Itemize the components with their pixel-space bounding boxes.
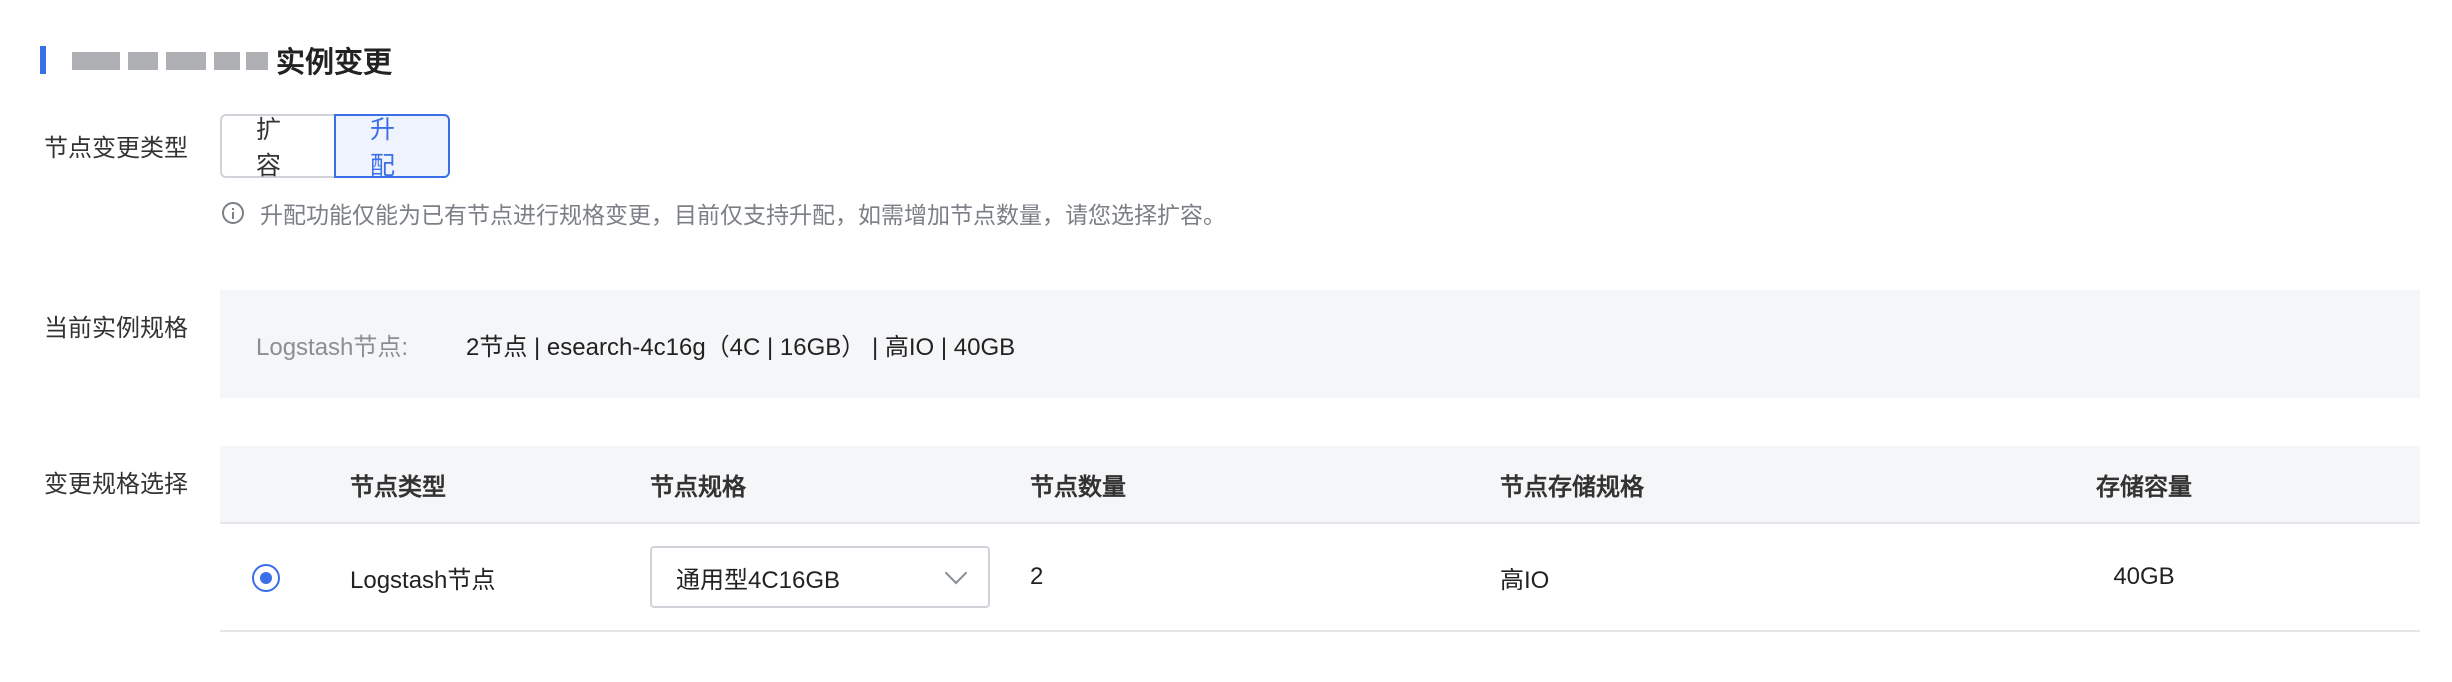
section-accent-bar	[40, 46, 46, 74]
column-header-capacity: 存储容量	[2096, 473, 2192, 501]
redacted-instance-name	[72, 46, 272, 74]
column-header-storage-type: 节点存储规格	[1500, 473, 1644, 501]
current-spec-key: Logstash节点:	[256, 333, 409, 361]
column-header-node-count: 节点数量	[1030, 473, 1126, 501]
expand-option-button[interactable]: 扩容	[220, 114, 336, 180]
column-header-node-type: 节点类型	[350, 473, 446, 501]
node-spec-selected-value: 通用型4C16GB	[676, 566, 841, 594]
node-spec-select[interactable]: 通用型4C16GB	[650, 546, 990, 608]
row-radio-button[interactable]	[252, 564, 280, 592]
title-wrap: 实例变更	[72, 39, 392, 81]
section-header: 实例变更	[40, 39, 392, 81]
upgrade-option-button[interactable]: 升配	[334, 114, 450, 180]
change-spec-label: 变更规格选择	[44, 471, 188, 498]
storage-type-cell: 高IO	[1500, 566, 1550, 594]
node-spec-cell: 通用型4C16GB	[650, 524, 990, 630]
current-spec-panel: Logstash节点: 2节点 | esearch-4c16g（4C | 16G…	[220, 290, 2420, 398]
info-icon	[222, 202, 244, 224]
change-type-segmented-control: 扩容 升配	[220, 114, 450, 180]
current-spec-label: 当前实例规格	[44, 315, 188, 342]
node-type-cell: Logstash节点	[350, 566, 496, 594]
table-row: Logstash节点 通用型4C16GB 2 高IO 40GB	[220, 524, 2420, 632]
table-header: 节点类型 节点规格 节点数量 节点存储规格 存储容量	[220, 446, 2420, 524]
node-count-cell: 2	[1030, 563, 1044, 590]
hint-text: 升配功能仅能为已有节点进行规格变更，目前仅支持升配，如需增加节点数量，请您选择扩…	[260, 202, 1226, 228]
column-header-node-spec: 节点规格	[650, 473, 746, 501]
change-type-hint: 升配功能仅能为已有节点进行规格变更，目前仅支持升配，如需增加节点数量，请您选择扩…	[222, 196, 1226, 230]
capacity-cell: 40GB	[2113, 563, 2175, 590]
radio-selected-dot	[260, 572, 272, 584]
chevron-down-icon	[944, 561, 968, 585]
current-spec-value: 2节点 | esearch-4c16g（4C | 16GB） | 高IO | 4…	[466, 333, 1016, 361]
page-title: 实例变更	[276, 47, 393, 79]
change-type-label: 节点变更类型	[44, 135, 188, 162]
change-spec-table: 节点类型 节点规格 节点数量 节点存储规格 存储容量 Logstash节点 通用…	[220, 446, 2420, 632]
